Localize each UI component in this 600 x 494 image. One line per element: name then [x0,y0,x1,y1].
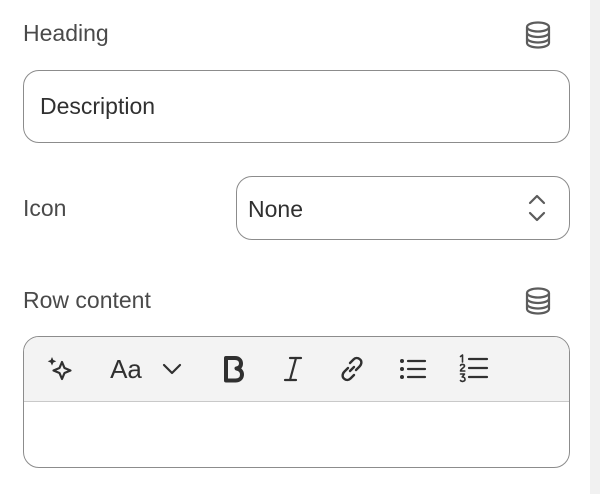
numbered-list-icon[interactable] [456,351,492,387]
heading-input-value: Description [40,93,156,119]
row-content-label: Row content [23,287,151,313]
icon-label: Icon [23,195,67,221]
bold-icon[interactable] [218,351,250,387]
editor-content-area[interactable] [24,402,569,467]
rich-text-editor: Aa [23,336,570,468]
chevron-down-icon[interactable] [158,353,186,385]
sparkle-icon[interactable] [42,353,78,385]
bullet-list-icon[interactable] [396,351,430,387]
icon-select[interactable]: None [236,176,570,240]
panel-scroll-edge [590,0,600,494]
database-icon[interactable] [524,20,552,50]
link-icon[interactable] [336,351,368,387]
icon-select-value: None [248,196,303,222]
text-style-button[interactable]: Aa [106,351,146,387]
heading-input[interactable]: Description [23,70,570,143]
database-icon[interactable] [524,286,552,316]
heading-label: Heading [23,20,109,46]
editor-toolbar: Aa [24,337,569,402]
italic-icon[interactable] [278,351,308,387]
select-chevrons-icon [526,191,548,225]
